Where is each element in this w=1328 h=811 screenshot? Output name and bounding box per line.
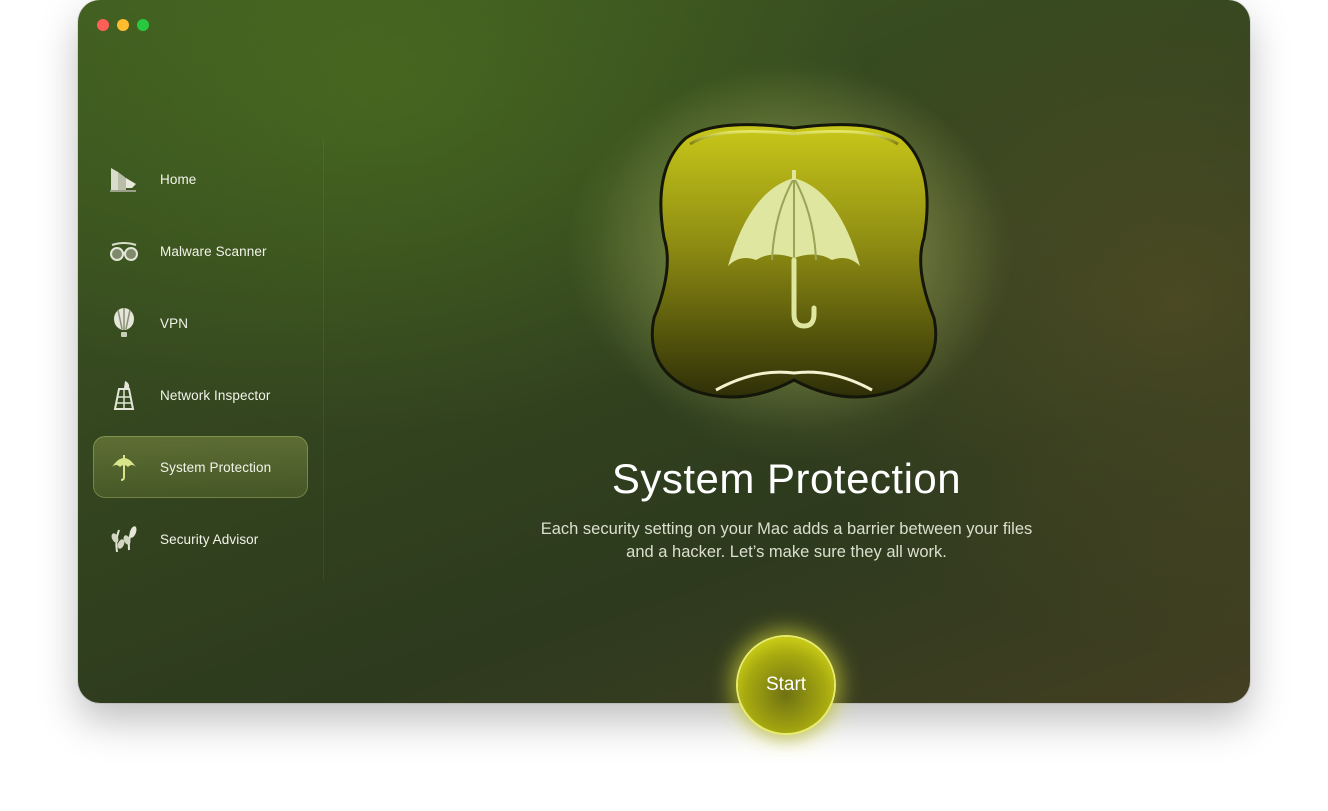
traffic-lights	[97, 19, 149, 31]
page-description: Each security setting on your Mac adds a…	[323, 518, 1250, 564]
sidebar-item-label: Home	[160, 171, 197, 187]
app-window: Home Malware Scanner VPN Network Inspect…	[78, 0, 1250, 703]
goggles-icon	[107, 234, 141, 268]
sidebar-item-security-advisor[interactable]: Security Advisor	[93, 508, 308, 570]
sidebar-item-malware-scanner[interactable]: Malware Scanner	[93, 220, 308, 282]
description-line: and a hacker. Let’s make sure they all w…	[626, 543, 947, 561]
sidebar: Home Malware Scanner VPN Network Inspect…	[78, 140, 324, 580]
sidebar-item-label: Malware Scanner	[160, 243, 267, 259]
sidebar-item-system-protection[interactable]: System Protection	[93, 436, 308, 498]
sidebar-item-network-inspector[interactable]: Network Inspector	[93, 364, 308, 426]
close-window-button[interactable]	[97, 19, 109, 31]
zoom-window-button[interactable]	[137, 19, 149, 31]
leaves-icon	[107, 522, 141, 556]
start-button[interactable]: Start	[738, 637, 834, 733]
sidebar-item-home[interactable]: Home	[93, 148, 308, 210]
description-line: Each security setting on your Mac adds a…	[540, 520, 1033, 538]
umbrella-icon	[650, 123, 938, 399]
home-icon	[107, 162, 141, 196]
sidebar-item-label: System Protection	[160, 459, 272, 475]
umbrella-icon	[107, 450, 141, 484]
minimize-window-button[interactable]	[117, 19, 129, 31]
sidebar-item-label: VPN	[160, 315, 189, 331]
balloon-icon	[107, 306, 141, 340]
sidebar-item-label: Security Advisor	[160, 531, 259, 547]
page-title: System Protection	[611, 455, 962, 502]
tower-icon	[107, 378, 141, 412]
sidebar-item-vpn[interactable]: VPN	[93, 292, 308, 354]
sidebar-item-label: Network Inspector	[160, 387, 271, 403]
